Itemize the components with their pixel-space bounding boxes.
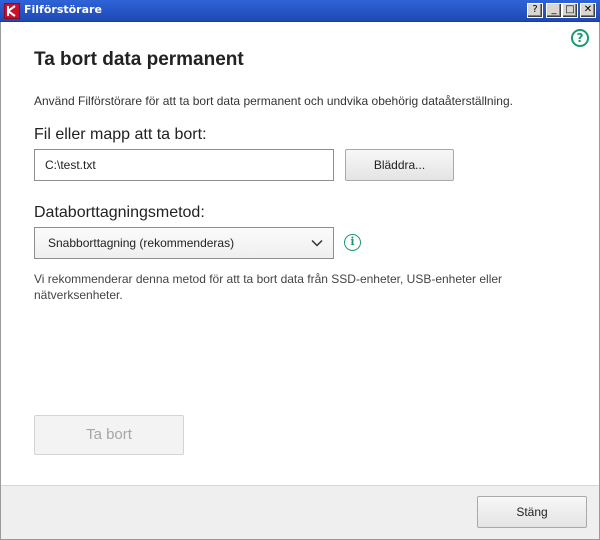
minimize-button[interactable]: _ — [546, 3, 562, 18]
help-icon[interactable]: ? — [571, 29, 589, 47]
deletion-method-select[interactable]: Snabborttagning (rekommenderas) — [34, 227, 334, 259]
app-logo-icon — [4, 3, 20, 19]
info-icon[interactable]: i — [344, 234, 361, 251]
deletion-method-label: Databorttagningsmetod: — [34, 204, 205, 221]
file-path-input[interactable]: C:\test.txt — [34, 149, 334, 181]
page-title: Ta bort data permanent — [34, 49, 244, 70]
footer-bar: Stäng — [1, 485, 599, 539]
page-description: Använd Filförstörare för att ta bort dat… — [34, 94, 513, 108]
close-button[interactable]: Stäng — [477, 496, 587, 528]
browse-button[interactable]: Bläddra... — [345, 149, 454, 181]
window-title: Filförstörare — [24, 3, 102, 16]
dialog-body: ? Ta bort data permanent Använd Filförst… — [0, 22, 600, 540]
context-help-button[interactable]: ? — [527, 3, 543, 18]
chevron-down-icon — [311, 239, 323, 247]
maximize-button[interactable]: □ — [562, 3, 578, 18]
title-bar: Filförstörare ? _ □ ✕ — [0, 0, 600, 22]
deletion-method-value: Snabborttagning (rekommenderas) — [48, 236, 235, 250]
method-recommendation-note: Vi rekommenderar denna metod för att ta … — [34, 272, 503, 302]
close-window-button[interactable]: ✕ — [580, 3, 596, 18]
file-path-label: Fil eller mapp att ta bort: — [34, 126, 207, 143]
delete-button[interactable]: Ta bort — [34, 415, 184, 455]
